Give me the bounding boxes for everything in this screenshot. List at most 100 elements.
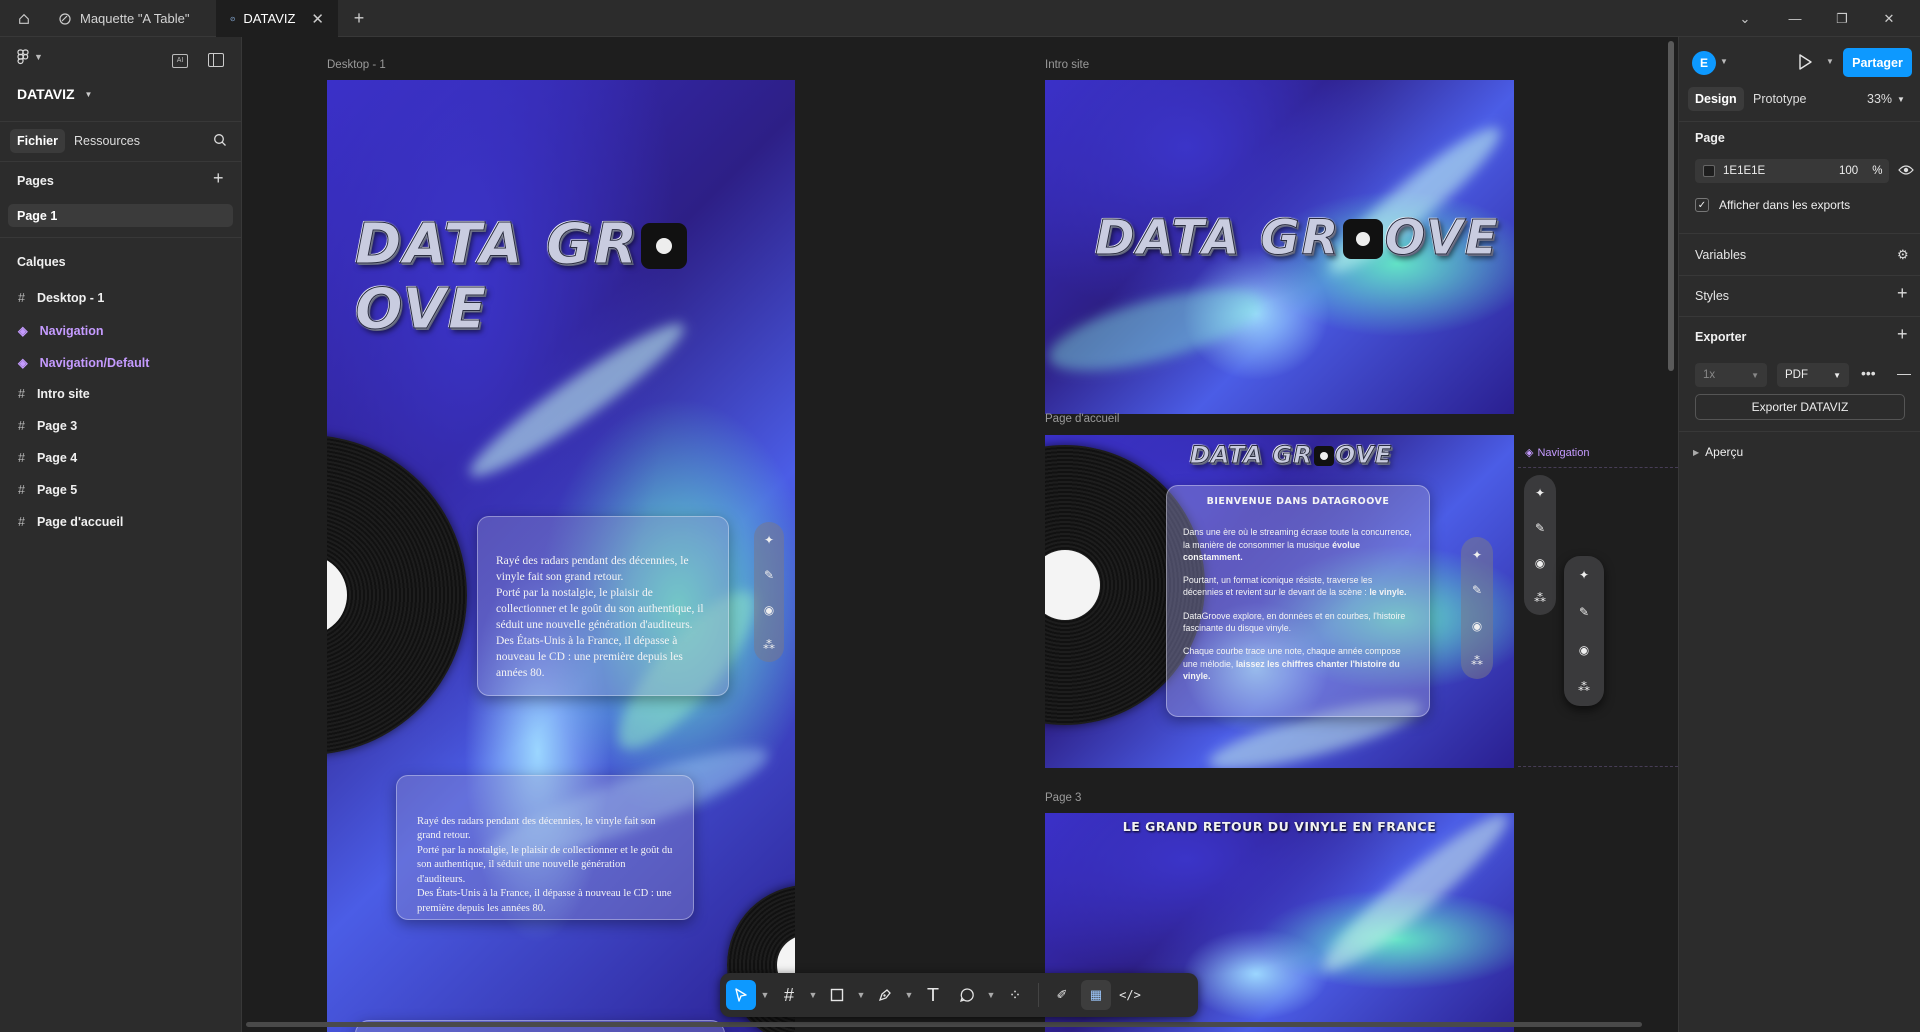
tab-prototype[interactable]: Prototype bbox=[1753, 87, 1807, 111]
horizontal-scrollbar[interactable] bbox=[246, 1022, 1642, 1027]
chevron-down-icon[interactable]: ▼ bbox=[986, 990, 996, 1000]
main-menu-button[interactable]: ▼ bbox=[16, 49, 43, 65]
navigation-bar[interactable]: ✦ ✎ ◉ ⁂ bbox=[754, 522, 784, 662]
chevron-down-icon[interactable]: ▼ bbox=[904, 990, 914, 1000]
disc-icon[interactable]: ◉ bbox=[1472, 619, 1482, 633]
share-button[interactable]: Partager bbox=[1843, 48, 1912, 77]
add-export-button[interactable]: + bbox=[1897, 324, 1908, 345]
tab-resources[interactable]: Ressources bbox=[74, 129, 140, 153]
plus-icon[interactable]: ✦ bbox=[764, 533, 774, 547]
frame-label-page3[interactable]: Page 3 bbox=[1045, 792, 1081, 804]
frame-label-intro[interactable]: Intro site bbox=[1045, 59, 1089, 71]
export-options-button[interactable]: ••• bbox=[1861, 365, 1876, 381]
plus-icon[interactable]: ✦ bbox=[1472, 548, 1482, 562]
network-icon[interactable]: ⁂ bbox=[1471, 654, 1483, 668]
comment-tool-button[interactable] bbox=[952, 980, 982, 1010]
move-tool-button[interactable] bbox=[726, 980, 756, 1010]
disc-icon[interactable]: ◉ bbox=[1579, 643, 1589, 657]
show-in-exports-checkbox[interactable]: ✓ Afficher dans les exports bbox=[1695, 198, 1850, 212]
remove-export-button[interactable]: — bbox=[1897, 365, 1911, 381]
navigation-bar[interactable]: ✦ ✎ ◉ ⁂ bbox=[1461, 537, 1493, 679]
add-page-button[interactable]: + bbox=[213, 168, 224, 189]
navigation-component-set[interactable]: ✦ ✎ ◉ ⁂ ✦ ✎ ◉ ⁂ bbox=[1518, 467, 1678, 767]
avatar[interactable]: E bbox=[1692, 51, 1716, 75]
minimize-button[interactable]: — bbox=[1778, 0, 1812, 37]
tab-label: Maquette "A Table" bbox=[80, 11, 190, 26]
pen-icon[interactable]: ✎ bbox=[1579, 605, 1589, 619]
variables-button[interactable]: ⚙ bbox=[1897, 247, 1909, 263]
layer-intro-site[interactable]: # Intro site bbox=[18, 387, 90, 401]
disc-icon[interactable]: ◉ bbox=[764, 603, 774, 617]
panel-toggle-button[interactable] bbox=[208, 53, 224, 67]
close-window-button[interactable]: ✕ bbox=[1872, 0, 1906, 37]
home-button[interactable] bbox=[4, 0, 44, 37]
add-style-button[interactable]: + bbox=[1897, 283, 1908, 304]
chevron-down-icon: ⌄ bbox=[1739, 10, 1751, 26]
ai-button[interactable]: AI bbox=[172, 54, 188, 68]
draw-mode-button[interactable]: ✐ bbox=[1047, 980, 1077, 1010]
frame-page-accueil[interactable]: DATA GR OVE BIENVENUE DANS DATAGROOVE Dan… bbox=[1045, 435, 1514, 768]
tab-resources-label: Ressources bbox=[74, 134, 140, 148]
new-tab-button[interactable]: + bbox=[344, 0, 374, 37]
text-tool-button[interactable]: T bbox=[918, 980, 948, 1010]
frame-tool-button[interactable]: # bbox=[774, 980, 804, 1010]
present-button[interactable] bbox=[1797, 53, 1813, 74]
actions-button[interactable]: ⁘ bbox=[1000, 980, 1030, 1010]
frame-label-accueil[interactable]: Page d'accueil bbox=[1045, 413, 1119, 425]
navigation-variant[interactable]: ✦ ✎ ◉ ⁂ bbox=[1564, 556, 1604, 706]
color-swatch[interactable] bbox=[1703, 165, 1715, 177]
frame-desktop-1[interactable]: DATA GR OVE Rayé des radars pendant des d… bbox=[327, 80, 795, 1032]
search-button[interactable] bbox=[213, 133, 227, 150]
layer-page-5[interactable]: # Page 5 bbox=[18, 483, 77, 497]
pen-icon[interactable]: ✎ bbox=[1535, 521, 1545, 535]
divider bbox=[0, 121, 241, 122]
plus-icon[interactable]: ✦ bbox=[1535, 486, 1545, 500]
navigation-default[interactable]: ✦ ✎ ◉ ⁂ bbox=[1524, 475, 1556, 615]
tab-file[interactable]: Fichier bbox=[10, 129, 65, 153]
layer-navigation[interactable]: ◈ Navigation bbox=[18, 323, 104, 339]
pen-icon[interactable]: ✎ bbox=[1472, 583, 1482, 597]
logo-text: DATA GR bbox=[354, 212, 640, 278]
frame-label-desktop[interactable]: Desktop - 1 bbox=[327, 59, 386, 71]
export-scale-select[interactable]: 1x ▼ bbox=[1695, 363, 1767, 387]
layer-navigation-default[interactable]: ◈ Navigation/Default bbox=[18, 355, 149, 371]
network-icon[interactable]: ⁂ bbox=[763, 638, 775, 652]
tabs-dropdown-button[interactable]: ⌄ bbox=[1730, 0, 1760, 37]
layer-page-4[interactable]: # Page 4 bbox=[18, 451, 77, 465]
pen-icon[interactable]: ✎ bbox=[764, 568, 774, 582]
zoom-control[interactable]: 33% ▼ bbox=[1867, 87, 1905, 111]
layer-label: Page d'accueil bbox=[36, 515, 124, 529]
canvas[interactable]: Desktop - 1 DATA GR OVE Rayé des radars p… bbox=[242, 37, 1678, 1032]
chevron-down-icon[interactable]: ▼ bbox=[808, 990, 818, 1000]
dev-mode-button[interactable]: </> bbox=[1115, 980, 1145, 1010]
network-icon[interactable]: ⁂ bbox=[1534, 591, 1546, 605]
layer-page-accueil[interactable]: # Page d'accueil bbox=[18, 515, 123, 529]
frame-intro-site[interactable]: DATA GR OVE bbox=[1045, 80, 1514, 414]
network-icon[interactable]: ⁂ bbox=[1578, 680, 1590, 694]
restore-button[interactable]: ❐ bbox=[1825, 0, 1859, 37]
chevron-down-icon[interactable]: ▼ bbox=[856, 990, 866, 1000]
close-icon[interactable]: ✕ bbox=[311, 10, 324, 28]
tab-design[interactable]: Design bbox=[1688, 87, 1744, 111]
vertical-scrollbar[interactable] bbox=[1668, 41, 1674, 371]
layer-page-3[interactable]: # Page 3 bbox=[18, 419, 77, 433]
visibility-toggle[interactable] bbox=[1898, 164, 1914, 179]
chevron-down-icon[interactable]: ▼ bbox=[1720, 57, 1728, 66]
export-format-select[interactable]: PDF ▼ bbox=[1777, 363, 1849, 387]
export-button[interactable]: Exporter DATAVIZ bbox=[1695, 394, 1905, 420]
disc-icon[interactable]: ◉ bbox=[1535, 556, 1545, 570]
tab-dataviz[interactable]: DATAVIZ ✕ bbox=[216, 0, 338, 37]
file-name-button[interactable]: DATAVIZ ▼ bbox=[17, 86, 92, 102]
plus-icon[interactable]: ✦ bbox=[1579, 568, 1589, 582]
shape-tool-button[interactable] bbox=[822, 980, 852, 1010]
design-mode-button[interactable]: ▦ bbox=[1081, 980, 1111, 1010]
preview-toggle[interactable]: ▶ Aperçu bbox=[1693, 445, 1743, 459]
layer-desktop-1[interactable]: # Desktop - 1 bbox=[18, 291, 104, 305]
chevron-down-icon[interactable]: ▼ bbox=[1826, 57, 1834, 66]
navigation-component-label[interactable]: ◈ Navigation bbox=[1525, 446, 1589, 460]
pen-tool-button[interactable] bbox=[870, 980, 900, 1010]
page-item[interactable]: Page 1 bbox=[8, 204, 233, 227]
tab-maquette[interactable]: Maquette "A Table" bbox=[44, 0, 228, 37]
page-color-field[interactable]: 1E1E1E 100 % bbox=[1695, 159, 1889, 183]
chevron-down-icon[interactable]: ▼ bbox=[760, 990, 770, 1000]
